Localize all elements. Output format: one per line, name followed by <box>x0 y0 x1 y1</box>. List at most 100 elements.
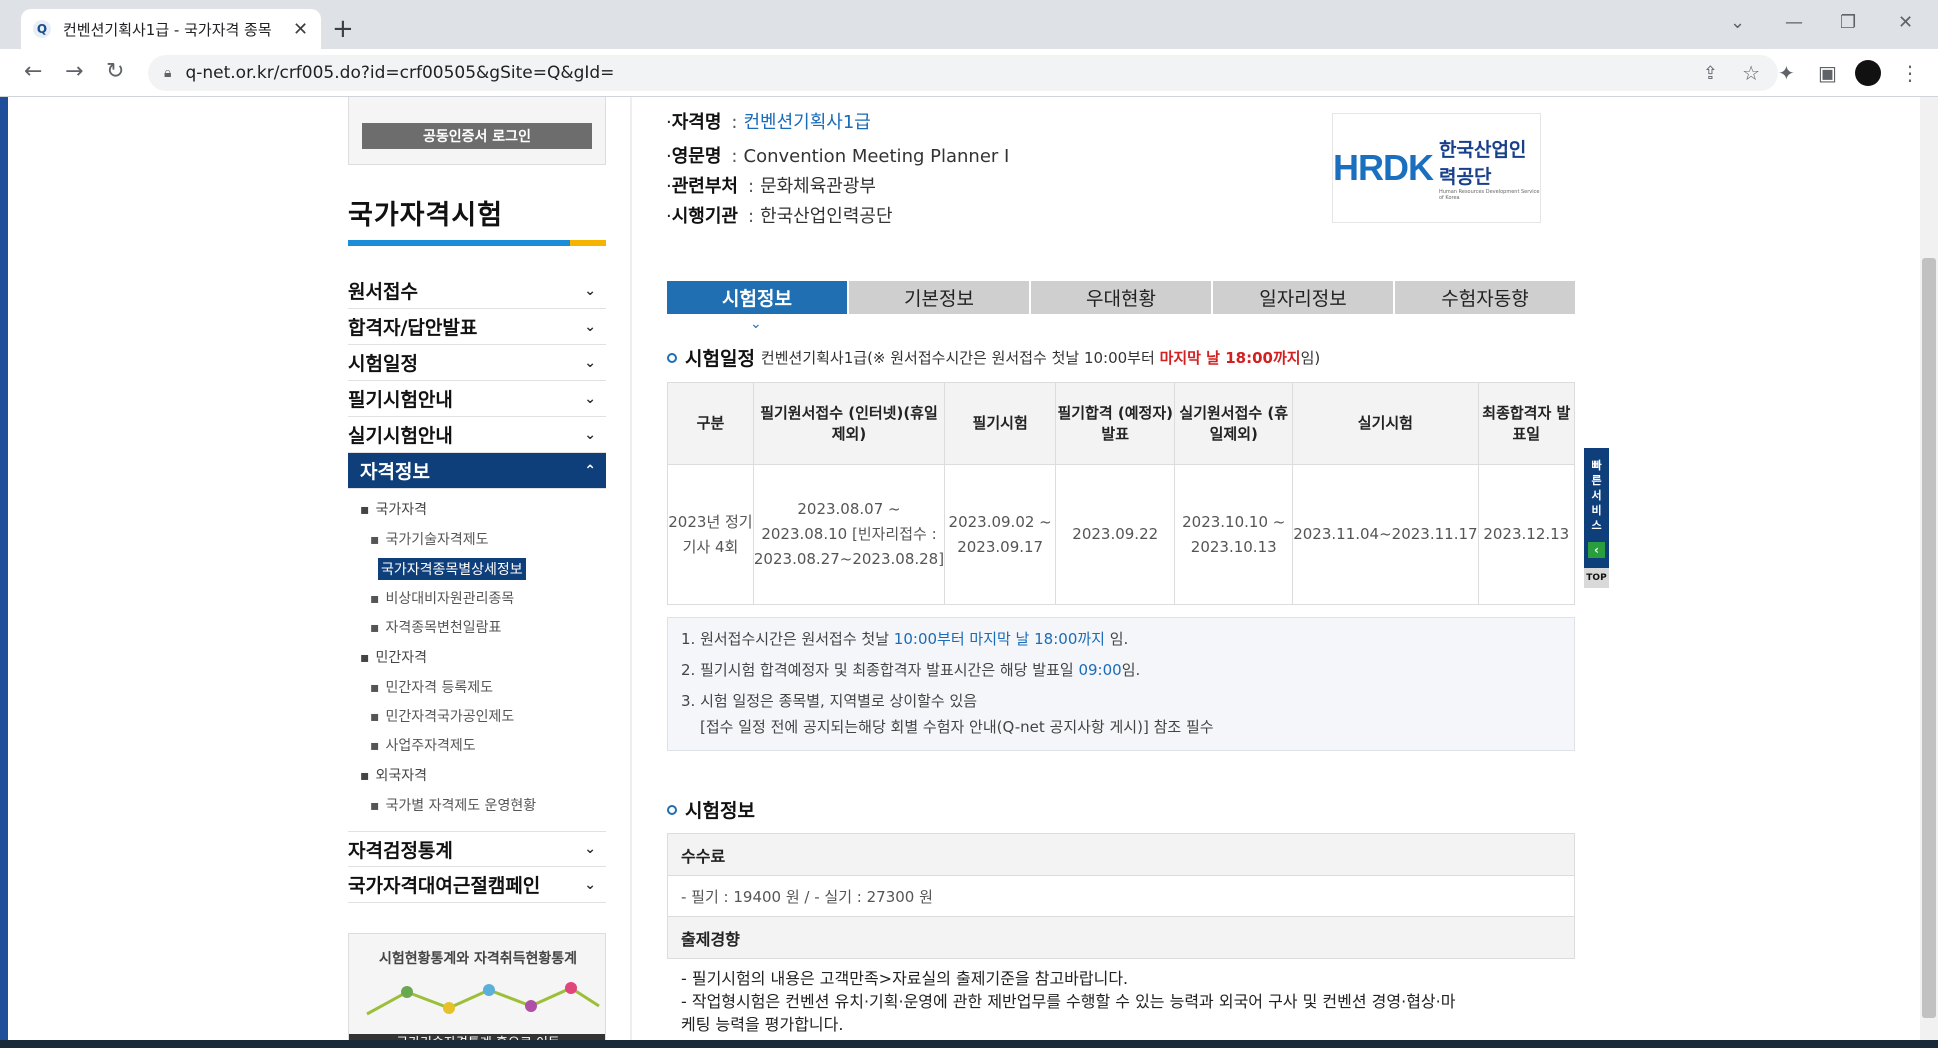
note-3: 3. 시험 일정은 종목별, 지역별로 상이할수 있음 <box>681 692 978 710</box>
cell-practical-exam: 2023.11.04~2023.11.17 <box>1292 464 1479 605</box>
chevron-up-icon: ⌃ <box>584 462 596 479</box>
table-header: 구분 <box>667 382 754 465</box>
submenu-foreign[interactable]: ▪ 외국자격 <box>360 765 427 785</box>
tab-jobs[interactable]: 일자리정보 <box>1213 281 1393 314</box>
menu-campaign[interactable]: 국가자격대여근절캠페인 ⌄ <box>348 867 606 903</box>
submenu-item[interactable]: ▪ 자격종목변천일람표 <box>370 617 501 637</box>
browser-toolbar: ← → ↻ 🔒︎ q-net.or.kr/crf005.do?id=crf005… <box>0 49 1938 97</box>
cell-category: 2023년 정기 기사 4회 <box>667 464 754 605</box>
trend-line-3: 케팅 능력을 평가합니다. <box>681 1015 844 1034</box>
info-english: ·영문명: Convention Meeting Planner Ⅰ <box>666 146 1010 167</box>
menu-statistics[interactable]: 자격검정통계 ⌄ <box>348 831 606 867</box>
close-window-button[interactable]: ✕ <box>1898 12 1913 33</box>
menu-qualification-info[interactable]: 자격정보 ⌃ <box>348 453 606 489</box>
browser-chrome: Q 컨벤션기획사1급 - 국가자격 종목 ✕ + ⌄ — ❐ ✕ ← → ↻ 🔒… <box>0 0 1938 97</box>
menu-written-guide[interactable]: 필기시험안내 ⌄ <box>348 381 606 417</box>
logo-name-ko: 한국산업인력공단 <box>1439 139 1527 188</box>
trend-label: 출제경향 <box>667 916 1575 959</box>
menu-label: 시험일정 <box>348 353 418 375</box>
address-bar[interactable]: 🔒︎ q-net.or.kr/crf005.do?id=crf00505&gSi… <box>148 55 1778 91</box>
info-agency: ·시행기관: 한국산업인력공단 <box>666 206 893 227</box>
submenu-item[interactable]: ▪ 민간자격국가공인제도 <box>370 706 514 726</box>
tab-basic-info[interactable]: 기본정보 <box>849 281 1029 314</box>
submenu-national[interactable]: ▪ 국가자격 <box>360 499 427 519</box>
trend-line-1: - 필기시험의 내용은 고객만족>자료실의 출제기준을 참고바랍니다. <box>681 969 1129 988</box>
back-icon[interactable]: ← <box>24 59 42 84</box>
tab-trends[interactable]: 수험자동향 <box>1395 281 1575 314</box>
quick-service-panel[interactable]: 빠 른 서 비 스 ‹ <box>1584 448 1609 588</box>
table-header: 실기원서접수 (휴일제외) <box>1174 382 1294 465</box>
tab-preference[interactable]: 우대현황 <box>1031 281 1211 314</box>
close-tab-icon[interactable]: ✕ <box>293 19 308 40</box>
desktop-edge <box>0 97 8 1048</box>
chevron-left-icon[interactable]: ‹ <box>1588 542 1605 558</box>
title-underline <box>348 240 606 246</box>
table-row: 2023년 정기 기사 4회 2023.08.07 ~ 2023.08.10 [… <box>667 464 1576 605</box>
new-tab-button[interactable]: + <box>332 14 354 44</box>
logo-mark: HRDK <box>1333 147 1434 188</box>
share-icon[interactable]: ⇪ <box>1703 63 1718 84</box>
reload-icon[interactable]: ↻ <box>106 59 124 84</box>
submenu-item[interactable]: ▪ 국가기술자격제도 <box>370 529 489 549</box>
table-header: 실기시험 <box>1292 382 1479 465</box>
statistics-banner[interactable]: 시험현황통계와 자격취득현황통계 국가기술자격통계 홈으로 이동 <box>348 933 606 1048</box>
submenu-item[interactable]: ▪ 사업주자격제도 <box>370 735 476 755</box>
table-header: 필기시험 <box>944 382 1057 465</box>
cell-written-apply: 2023.08.07 ~ 2023.08.10 [빈자리접수 : 2023.08… <box>752 464 946 605</box>
submenu-item-selected[interactable]: 국가자격종목별상세정보 <box>378 558 526 580</box>
submenu-item[interactable]: ▪ 국가별 자격제도 운영현황 <box>370 795 536 815</box>
url-text: q-net.or.kr/crf005.do?id=crf00505&gSite=… <box>185 63 615 83</box>
table-header-row: 구분 필기원서접수 (인터넷)(휴일 제외) 필기시험 필기합격 (예정자)발표… <box>667 382 1576 465</box>
bullet-icon <box>667 352 677 363</box>
chevron-down-icon: ⌄ <box>584 876 596 893</box>
menu-label: 원서접수 <box>348 281 418 303</box>
menu-label: 합격자/답안발표 <box>348 317 478 339</box>
menu-label: 국가자격대여근절캠페인 <box>348 875 541 897</box>
info-ministry: ·관련부처: 문화체육관광부 <box>666 176 876 197</box>
scroll-top-button[interactable]: TOP <box>1584 568 1609 588</box>
forward-icon[interactable]: → <box>65 59 83 84</box>
bullet-icon <box>667 804 677 815</box>
schedule-table: 구분 필기원서접수 (인터넷)(휴일 제외) 필기시험 필기합격 (예정자)발표… <box>667 382 1576 605</box>
extensions-icon[interactable]: ✦ <box>1778 61 1795 85</box>
fee-label: 수수료 <box>667 833 1575 876</box>
table-header: 필기원서접수 (인터넷)(휴일 제외) <box>752 382 946 465</box>
table-header: 최종합격자 발표일 <box>1477 382 1576 465</box>
tab-exam-info[interactable]: 시험정보 <box>667 281 847 314</box>
menu-practical-guide[interactable]: 실기시험안내 ⌄ <box>348 417 606 453</box>
restore-button[interactable]: ❐ <box>1840 12 1856 33</box>
note-2: 2. 필기시험 합격예정자 및 최종합격자 발표시간은 해당 발표일 09:00… <box>681 661 1141 679</box>
minimize-button[interactable]: — <box>1785 12 1803 33</box>
tab-title: 컨벤션기획사1급 - 국가자격 종목 <box>63 20 272 39</box>
sidepanel-icon[interactable]: ▣ <box>1818 61 1837 85</box>
menu-schedule[interactable]: 시험일정 ⌄ <box>348 345 606 381</box>
tab-search-icon[interactable]: ⌄ <box>1730 12 1745 33</box>
profile-icon[interactable] <box>1855 60 1881 86</box>
note-3-sub: [접수 일정 전에 공지되는해당 회별 수험자 안내(Q-net 공지사항 게시… <box>700 718 1214 736</box>
favicon-icon: Q <box>33 20 51 38</box>
submenu-item[interactable]: ▪ 민간자격 등록제도 <box>370 677 493 697</box>
chevron-down-icon: ⌄ <box>584 426 596 443</box>
hrdk-logo: HRDK 한국산업인력공단 Human Resources Developmen… <box>1332 113 1541 223</box>
chevron-down-icon: ⌄ <box>584 354 596 371</box>
chevron-down-icon: ⌄ <box>584 282 596 299</box>
submenu-item[interactable]: ▪ 비상대비자원관리종목 <box>370 588 514 608</box>
menu-results[interactable]: 합격자/답안발표 ⌄ <box>348 309 606 345</box>
login-box: 공동인증서 로그인 <box>348 97 606 165</box>
browser-tab[interactable]: Q 컨벤션기획사1급 - 국가자격 종목 ✕ <box>21 9 321 49</box>
menu-icon[interactable]: ⋮ <box>1900 61 1920 85</box>
scrollbar-thumb[interactable] <box>1922 258 1936 1018</box>
schedule-heading: 시험일정 컨벤션기획사1급(※ 원서접수시간은 원서접수 첫날 10:00부터 … <box>667 344 1320 371</box>
taskbar <box>0 1040 1938 1048</box>
fee-value: - 필기 : 19400 원 / - 실기 : 27300 원 <box>667 876 1575 916</box>
certificate-login-button[interactable]: 공동인증서 로그인 <box>362 123 592 149</box>
star-icon[interactable]: ☆ <box>1742 61 1760 85</box>
cell-practical-apply: 2023.10.10 ~ 2023.10.13 <box>1174 464 1294 605</box>
submenu-private[interactable]: ▪ 민간자격 <box>360 647 427 667</box>
tab-strip: Q 컨벤션기획사1급 - 국가자격 종목 ✕ + ⌄ — ❐ ✕ <box>0 0 1938 49</box>
menu-label: 자격검정통계 <box>348 839 453 862</box>
menu-apply[interactable]: 원서접수 ⌄ <box>348 273 606 309</box>
menu-label: 자격정보 <box>360 461 430 483</box>
lock-icon[interactable]: 🔒︎ <box>164 65 171 81</box>
info-name: ·자격명: 컨벤션기획사1급 <box>666 112 871 133</box>
